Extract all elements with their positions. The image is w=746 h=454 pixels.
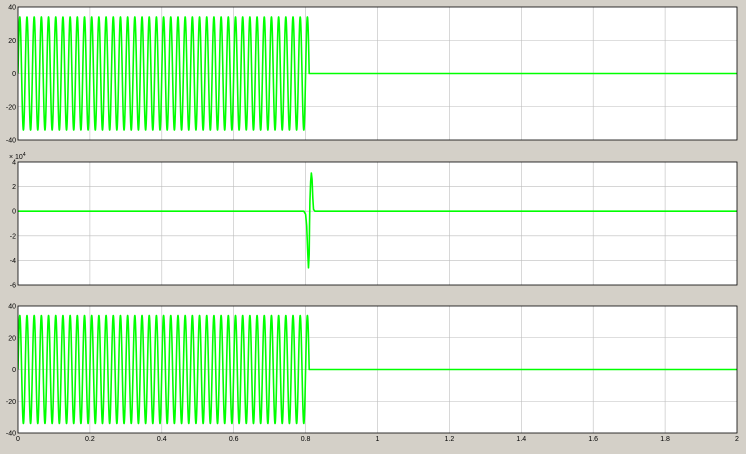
x-tick-label: 1.6 bbox=[588, 436, 598, 443]
y-tick-label: -2 bbox=[10, 233, 16, 240]
y-axis-multiplier-exponent: 4 bbox=[23, 152, 26, 158]
x-tick-label: 0.6 bbox=[229, 436, 239, 443]
subplot-1: 40 20 0 -20 -40 bbox=[6, 5, 738, 145]
y-tick-label: 0 bbox=[12, 209, 16, 216]
x-tick-label: 2 bbox=[735, 436, 739, 443]
y-tick-label: -40 bbox=[6, 138, 16, 145]
y-axis-multiplier: × 104 bbox=[9, 152, 26, 161]
y-tick-label: -4 bbox=[10, 258, 16, 265]
scope-figure: 40200-20-40420-2-4-6× 10440200-20-400 0.2… bbox=[6, 5, 739, 444]
y-tick-label: 40 bbox=[8, 304, 16, 311]
subplot-3: 40200-20-400 0.2 0.4 0.6 0.8 1 1.2 1.4 1.6 1.8 2 bbox=[6, 304, 739, 444]
x-tick-label: 0 bbox=[16, 436, 20, 443]
y-tick-label: 0 bbox=[12, 71, 16, 78]
x-tick-label: 0.8 bbox=[301, 436, 311, 443]
y-tick-label: -20 bbox=[6, 104, 16, 111]
y-tick-label: 40 bbox=[8, 5, 16, 12]
y-tick-label: 20 bbox=[8, 38, 16, 45]
x-tick-label: 1 bbox=[376, 436, 380, 443]
x-tick-label: 0.2 bbox=[85, 436, 95, 443]
y-tick-label: 2 bbox=[12, 184, 16, 191]
x-tick-label: 1.4 bbox=[516, 436, 526, 443]
y-tick-label: 20 bbox=[8, 335, 16, 342]
y-tick-label: -6 bbox=[10, 283, 16, 290]
subplot-2: 4 2 0 -2 -4 -6 × 104 bbox=[9, 152, 738, 290]
y-tick-label: -20 bbox=[6, 399, 16, 406]
y-tick-label: 0 bbox=[12, 367, 16, 374]
y-tick-label: -40 bbox=[6, 431, 16, 438]
x-tick-label: 0.4 bbox=[157, 436, 167, 443]
x-tick-label: 1.8 bbox=[660, 436, 670, 443]
x-tick-label: 1.2 bbox=[445, 436, 455, 443]
